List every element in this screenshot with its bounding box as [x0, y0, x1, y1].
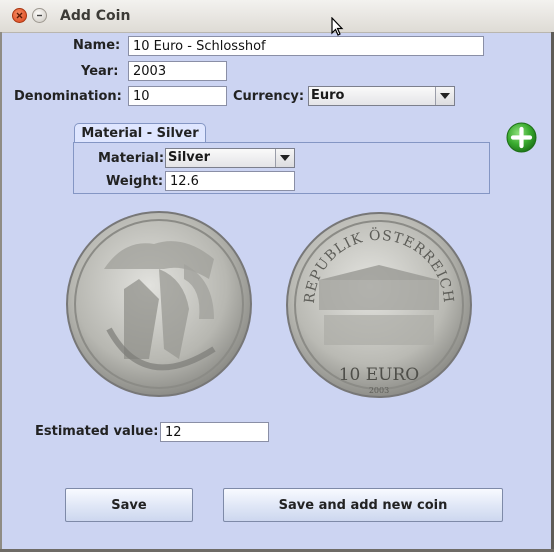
window-frame-left [0, 32, 2, 552]
save-button[interactable]: Save [65, 488, 193, 522]
close-icon [16, 12, 23, 19]
weight-label: Weight: [106, 174, 164, 189]
currency-label: Currency: [233, 89, 305, 104]
material-label: Material: [98, 151, 165, 166]
estimated-value-field[interactable] [160, 422, 269, 442]
close-window-button[interactable] [12, 8, 27, 23]
year-field[interactable] [128, 61, 227, 81]
title-bar: Add Coin [0, 0, 554, 33]
denomination-label: Denomination: [14, 89, 122, 104]
coin-inscription-value: 10 EURO [339, 365, 420, 385]
minimize-window-button[interactable] [32, 8, 47, 23]
material-dropdown-button[interactable] [275, 149, 294, 167]
mouse-pointer-icon [331, 17, 344, 36]
window-title: Add Coin [60, 8, 131, 24]
save-and-add-new-coin-button[interactable]: Save and add new coin [223, 488, 503, 522]
chevron-down-icon [280, 155, 290, 161]
material-select[interactable]: Silver [165, 148, 295, 168]
coin-inscription-year: 2003 [369, 386, 389, 395]
material-value: Silver [168, 150, 210, 165]
chevron-down-icon [440, 93, 450, 99]
year-label: Year: [81, 64, 119, 79]
minimize-icon [37, 14, 42, 17]
tab-material-silver[interactable]: Material - Silver [74, 123, 206, 143]
estimated-value-label: Estimated value: [35, 424, 159, 439]
name-label: Name: [73, 38, 121, 53]
add-material-button[interactable] [506, 122, 537, 153]
denomination-field[interactable] [128, 86, 227, 106]
currency-select[interactable]: Euro [308, 86, 455, 106]
currency-dropdown-button[interactable] [435, 87, 454, 105]
name-field[interactable] [128, 36, 484, 56]
currency-value: Euro [311, 88, 345, 103]
coin-reverse-image: REPUBLIK ÖSTERREICH 10 EURO 2003 [286, 212, 472, 398]
coin-obverse-image [66, 211, 252, 397]
weight-field[interactable] [165, 171, 295, 191]
